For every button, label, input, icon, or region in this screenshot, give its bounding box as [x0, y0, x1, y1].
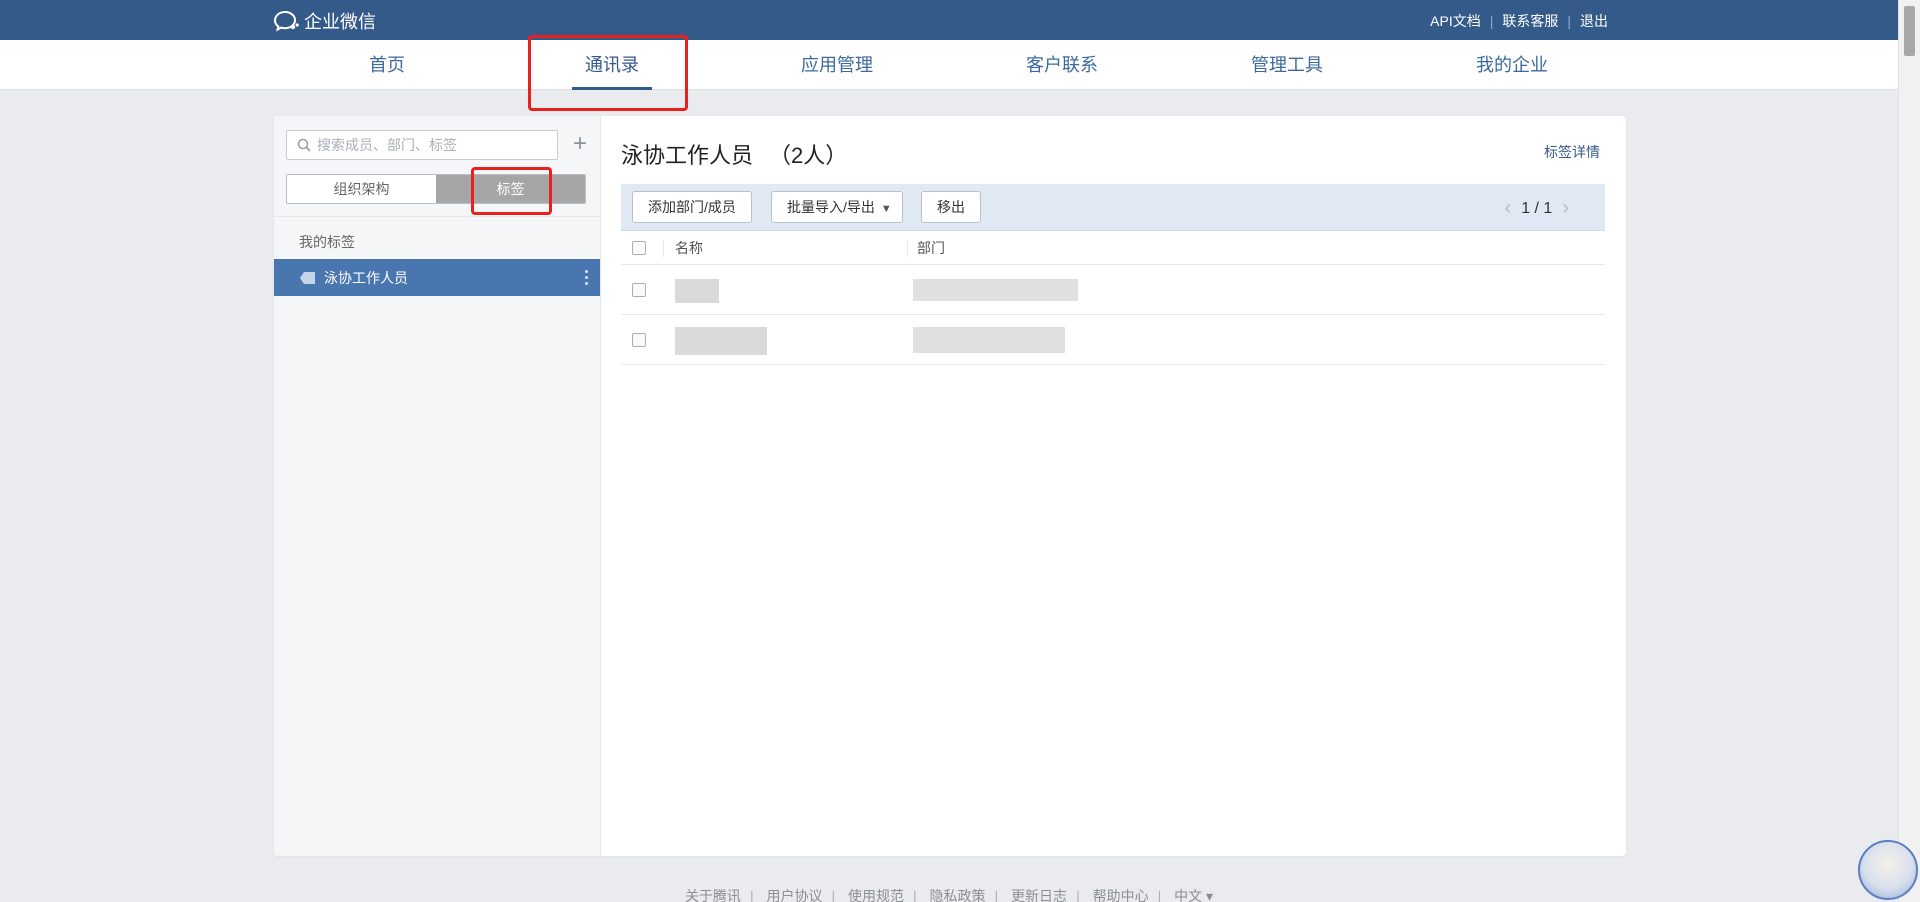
member-count: （2人）	[769, 143, 848, 168]
member-name-redacted	[675, 279, 719, 303]
tag-member-content: 泳协工作人员 （2人） 标签详情 添加部门/成员 批量导入/导出 ▼ 移出 ‹ 1 …	[601, 116, 1626, 856]
nav-my-enterprise[interactable]: 我的企业	[1442, 40, 1582, 90]
main-panel: 搜索成员、部门、标签 + 组织架构 标签 我的标签 泳协工作人员 泳协工作人员 （…	[274, 116, 1626, 856]
table-row[interactable]	[621, 316, 1605, 365]
search-input[interactable]: 搜索成员、部门、标签	[286, 130, 558, 160]
tag-item-swim-staff[interactable]: 泳协工作人员	[274, 259, 600, 296]
column-name: 名称	[675, 240, 703, 256]
nav-management-tools[interactable]: 管理工具	[1217, 40, 1357, 90]
tab-org-structure[interactable]: 组织架构	[287, 175, 436, 203]
brand-logo[interactable]: 企业微信	[274, 8, 376, 34]
top-links: API文档 | 联系客服 | 退出	[1430, 11, 1608, 31]
chevron-down-icon: ▼	[880, 203, 892, 215]
remove-button[interactable]: 移出	[921, 191, 981, 223]
add-icon[interactable]: +	[568, 130, 592, 160]
nav-app-management[interactable]: 应用管理	[767, 40, 907, 90]
more-options-icon[interactable]	[585, 270, 588, 285]
tag-item-label: 泳协工作人员	[324, 269, 408, 286]
column-divider	[907, 239, 908, 257]
footer-help-link[interactable]: 帮助中心	[1093, 888, 1149, 902]
page-title: 泳协工作人员 （2人）	[621, 138, 847, 170]
brand-name: 企业微信	[304, 12, 376, 32]
link-separator: |	[1567, 13, 1571, 29]
footer-about-link[interactable]: 关于腾讯	[685, 888, 741, 902]
page-footer: 关于腾讯 | 用户协议 | 使用规范 | 隐私政策 | 更新日志 | 帮助中心 | 中文 ▾	[684, 888, 1214, 902]
nav-home[interactable]: 首页	[317, 40, 457, 90]
member-department-redacted	[913, 327, 1065, 353]
footer-user-agreement-link[interactable]: 用户协议	[766, 888, 822, 902]
batch-import-export-label: 批量导入/导出	[787, 199, 875, 215]
next-page-icon[interactable]: ›	[1552, 197, 1579, 220]
logout-link[interactable]: 退出	[1580, 11, 1608, 31]
footer-changelog-link[interactable]: 更新日志	[1011, 888, 1067, 902]
tag-details-link[interactable]: 标签详情	[1544, 142, 1600, 162]
page-scrollbar[interactable]	[1898, 0, 1920, 902]
my-tags-label: 我的标签	[299, 234, 355, 250]
column-department: 部门	[917, 240, 945, 256]
member-department-redacted	[913, 279, 1078, 301]
tab-tags[interactable]: 标签	[436, 175, 585, 203]
search-placeholder: 搜索成员、部门、标签	[317, 137, 457, 153]
pagination: ‹ 1 / 1 ›	[1495, 197, 1579, 220]
top-bar: 企业微信 API文档 | 联系客服 | 退出	[0, 0, 1898, 40]
footer-privacy-link[interactable]: 隐私政策	[930, 888, 986, 902]
footer-usage-rules-link[interactable]: 使用规范	[848, 888, 904, 902]
table-row[interactable]	[621, 266, 1605, 315]
add-dept-member-button[interactable]: 添加部门/成员	[632, 191, 752, 223]
nav-customer-contact[interactable]: 客户联系	[992, 40, 1132, 90]
wecom-logo-icon	[274, 10, 299, 32]
main-nav: 首页 通讯录 应用管理 客户联系 管理工具 我的企业	[0, 40, 1898, 90]
action-toolbar: 添加部门/成员 批量导入/导出 ▼ 移出 ‹ 1 / 1 ›	[621, 184, 1605, 231]
row-checkbox[interactable]	[632, 333, 646, 347]
assistant-avatar[interactable]	[1858, 840, 1918, 900]
scrollbar-thumb[interactable]	[1904, 6, 1915, 56]
tag-icon	[300, 271, 315, 284]
table-header: 名称 部门	[621, 231, 1605, 265]
tag-name-title: 泳协工作人员	[621, 143, 754, 168]
member-name-redacted	[675, 327, 767, 355]
divider	[274, 216, 600, 217]
api-docs-link[interactable]: API文档	[1430, 11, 1481, 31]
prev-page-icon[interactable]: ‹	[1495, 197, 1522, 220]
search-icon	[297, 138, 311, 152]
contact-support-link[interactable]: 联系客服	[1502, 11, 1558, 31]
page-indicator: 1 / 1	[1521, 199, 1553, 217]
column-divider	[663, 239, 664, 257]
nav-contacts[interactable]: 通讯录	[542, 40, 682, 90]
select-all-checkbox[interactable]	[632, 241, 646, 255]
language-selector[interactable]: 中文 ▾	[1174, 888, 1213, 902]
batch-import-export-button[interactable]: 批量导入/导出 ▼	[771, 191, 903, 223]
view-switcher: 组织架构 标签	[286, 174, 586, 204]
contacts-sidebar: 搜索成员、部门、标签 + 组织架构 标签 我的标签 泳协工作人员	[274, 116, 601, 856]
link-separator: |	[1489, 13, 1494, 29]
row-checkbox[interactable]	[632, 283, 646, 297]
